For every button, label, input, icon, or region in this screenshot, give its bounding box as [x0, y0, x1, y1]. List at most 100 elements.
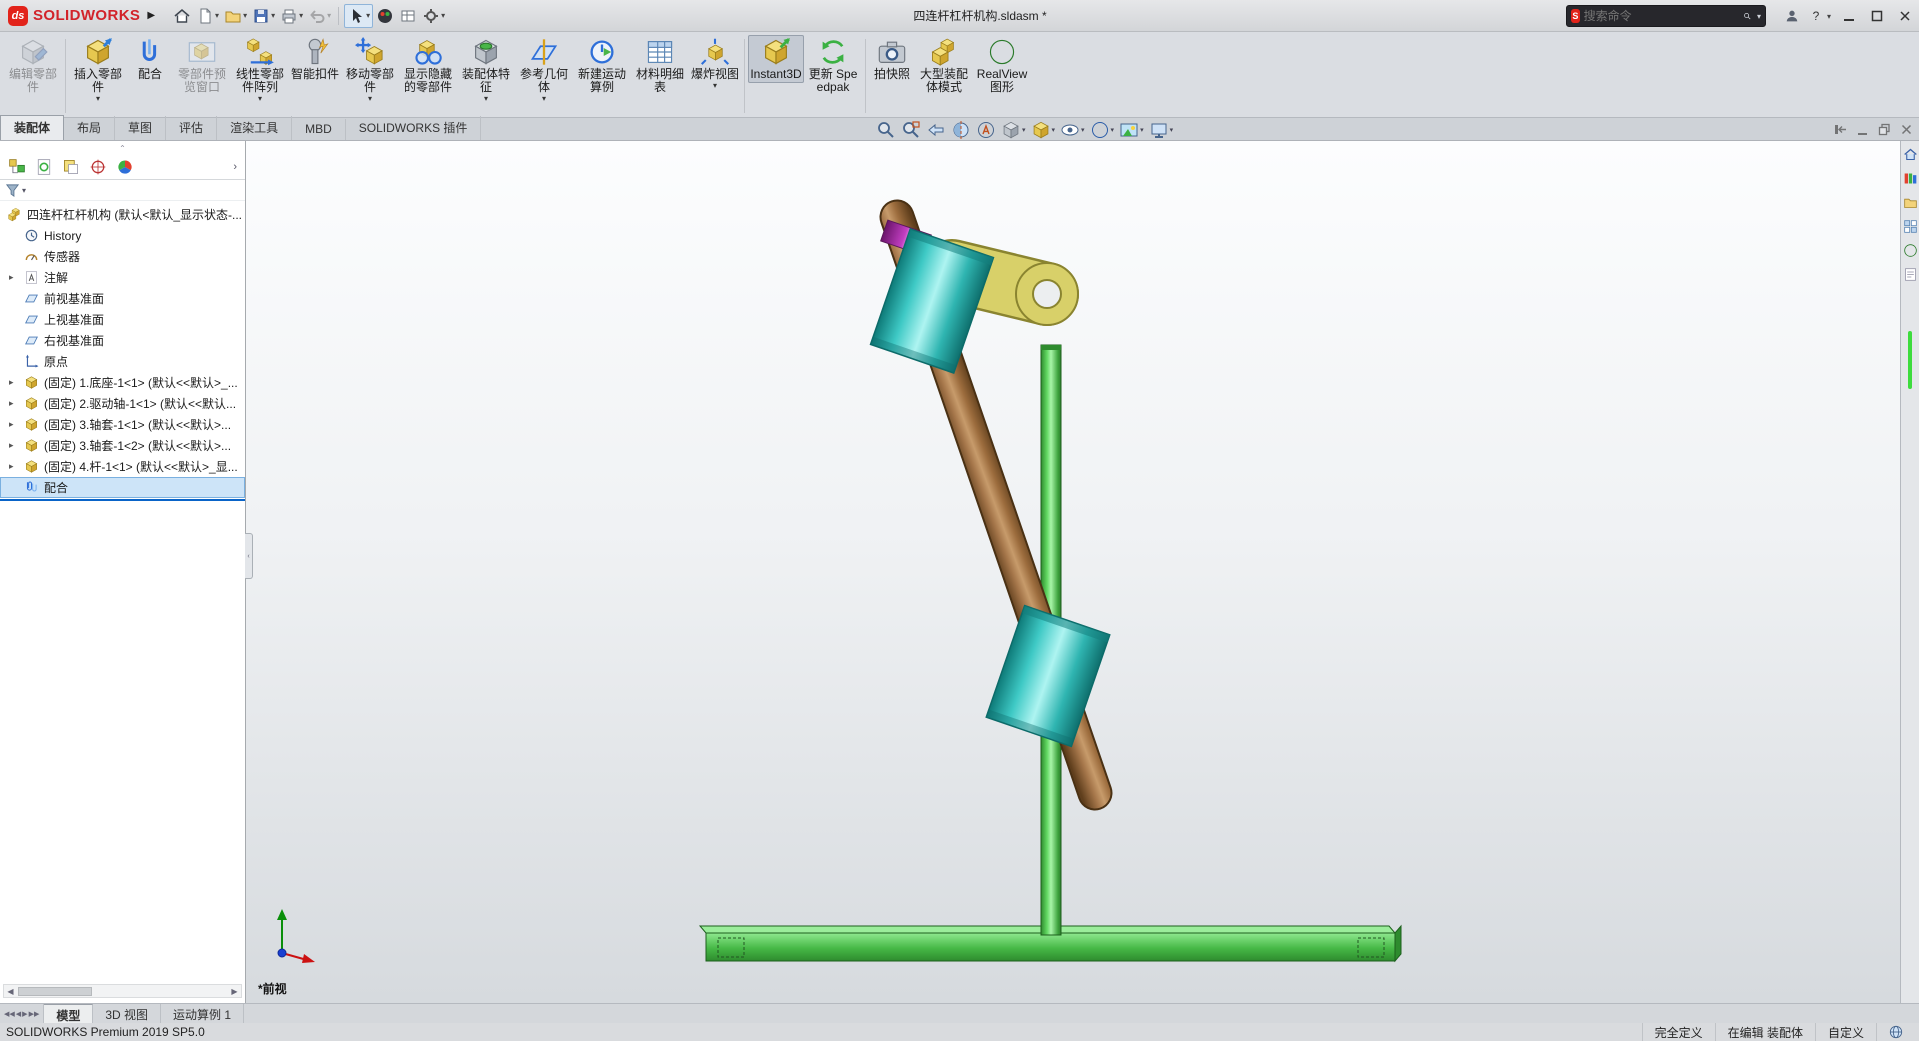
model-part-bushing-bottom[interactable] — [985, 604, 1111, 748]
minimize-window-icon[interactable] — [1856, 123, 1869, 136]
dock-window-icon[interactable] — [1834, 123, 1847, 136]
dropdown-icon[interactable]: ▾ — [1170, 126, 1174, 134]
tab-assembly[interactable]: 装配体 — [0, 115, 65, 140]
hide-show-items-icon[interactable]: ▾ — [1059, 120, 1086, 140]
restore-window-icon[interactable] — [1878, 123, 1891, 136]
options-grid-icon[interactable] — [397, 4, 419, 28]
scroll-right-icon[interactable]: ▶ — [228, 987, 241, 996]
bill-of-materials-button[interactable]: 材料明细表 — [631, 35, 689, 96]
tree-item-origin[interactable]: 原点 — [0, 351, 245, 372]
tree-horizontal-scrollbar[interactable]: ◀ ▶ — [3, 984, 242, 998]
display-style-icon[interactable]: ▾ — [1030, 120, 1057, 140]
scroll-next-icon[interactable]: ▶ — [22, 1010, 27, 1018]
expand-arrow-icon[interactable]: ▸ — [9, 398, 14, 409]
design-library-icon[interactable] — [1903, 171, 1918, 186]
displaymanager-icon[interactable] — [116, 158, 134, 176]
zoom-fit-icon[interactable] — [875, 120, 897, 140]
tab-layout[interactable]: 布局 — [64, 116, 116, 140]
dropdown-icon[interactable]: ▾ — [1140, 126, 1144, 134]
tab-sketch[interactable]: 草图 — [115, 116, 167, 140]
view-sphere-icon[interactable] — [374, 4, 396, 28]
tab-solidworks-addins[interactable]: SOLIDWORKS 插件 — [346, 116, 482, 140]
expand-arrow-icon[interactable]: ▸ — [9, 377, 14, 388]
filter-dropdown-icon[interactable]: ▾ — [22, 186, 26, 195]
tree-item-part-base[interactable]: ▸ (固定) 1.底座-1<1> (默认<<默认>_... — [0, 372, 245, 393]
expand-arrow-icon[interactable]: ▸ — [9, 419, 14, 430]
update-speedpak-button[interactable]: 更新 Speedpak — [804, 35, 862, 96]
tree-item-front-plane[interactable]: 前视基准面 — [0, 288, 245, 309]
tree-item-assembly-root[interactable]: 四连杆杠杆机构 (默认<默认_显示状态-... — [0, 204, 245, 225]
tree-item-top-plane[interactable]: 上视基准面 — [0, 309, 245, 330]
instant3d-button[interactable]: Instant3D — [748, 35, 805, 83]
appearances-icon[interactable] — [1903, 243, 1918, 258]
section-view-icon[interactable] — [950, 120, 972, 140]
search-dropdown-icon[interactable]: ▾ — [1757, 12, 1761, 21]
search-icon[interactable] — [1743, 9, 1752, 24]
dropdown-icon[interactable]: ▾ — [258, 94, 262, 103]
tree-item-part-drive-shaft[interactable]: ▸ (固定) 2.驱动轴-1<1> (默认<<默认... — [0, 393, 245, 414]
select-icon[interactable]: ▾ — [344, 3, 374, 28]
user-account-icon[interactable] — [1778, 3, 1806, 29]
status-globe[interactable] — [1876, 1023, 1915, 1041]
new-motion-study-button[interactable]: 新建运动算例 — [573, 35, 631, 96]
command-search[interactable]: S ▾ — [1565, 5, 1766, 27]
propertymanager-icon[interactable] — [35, 158, 53, 176]
tab-3d-views[interactable]: 3D 视图 — [93, 1004, 162, 1023]
dimxpertmanager-icon[interactable] — [89, 158, 107, 176]
dropdown-icon[interactable]: ▾ — [1022, 126, 1026, 134]
dropdown-icon[interactable]: ▾ — [1111, 126, 1115, 134]
smart-fasteners-button[interactable]: 智能扣件 — [289, 35, 341, 83]
tree-item-part-rod[interactable]: ▸ (固定) 4.杆-1<1> (默认<<默认>_显... — [0, 456, 245, 477]
tab-model[interactable]: 模型 — [44, 1004, 94, 1023]
view-orientation-icon[interactable]: ▾ — [1000, 120, 1027, 140]
large-assembly-mode-button[interactable]: 大型装配体模式 — [915, 35, 973, 96]
menu-expand-icon[interactable]: ▶ — [147, 10, 155, 21]
search-input[interactable] — [1583, 9, 1739, 23]
home-icon[interactable] — [171, 4, 193, 28]
help-button[interactable]: ? — [1806, 3, 1826, 29]
apply-scene-icon[interactable]: ▾ — [1118, 120, 1145, 140]
dropdown-icon[interactable]: ▾ — [713, 81, 717, 90]
assembly-features-button[interactable]: 装配体特征 ▾ — [457, 35, 515, 105]
configurationmanager-icon[interactable] — [62, 158, 80, 176]
tab-motion-study-1[interactable]: 运动算例 1 — [161, 1004, 245, 1023]
close-window-icon[interactable] — [1900, 123, 1913, 136]
tree-item-right-plane[interactable]: 右视基准面 — [0, 330, 245, 351]
tree-item-history[interactable]: History — [0, 225, 245, 246]
save-icon[interactable]: ▾ — [250, 4, 277, 28]
zoom-area-icon[interactable] — [900, 120, 922, 140]
insert-component-button[interactable]: 插入零部件 ▾ — [69, 35, 127, 105]
expand-arrow-icon[interactable]: ▸ — [9, 440, 14, 451]
panel-splitter-handle[interactable]: ‹ — [245, 533, 253, 579]
view-palette-icon[interactable] — [1903, 219, 1918, 234]
move-component-button[interactable]: 移动零部件 ▾ — [341, 35, 399, 105]
scrollbar-thumb[interactable] — [18, 986, 92, 996]
tree-item-part-bushing-1[interactable]: ▸ (固定) 3.轴套-1<1> (默认<<默认>... — [0, 414, 245, 435]
status-customize[interactable]: 自定义 — [1814, 1023, 1876, 1041]
resources-home-icon[interactable] — [1903, 147, 1918, 162]
help-dropdown-icon[interactable]: ▾ — [1827, 12, 1831, 21]
tree-item-sensors[interactable]: 传感器 — [0, 246, 245, 267]
mate-button[interactable]: 配合 — [127, 35, 173, 83]
panel-collapse-icon[interactable]: ⌃ — [0, 141, 245, 155]
previous-view-icon[interactable] — [925, 120, 947, 140]
tab-evaluate[interactable]: 评估 — [166, 116, 218, 140]
realview-graphics-button[interactable]: RealView 图形 — [973, 35, 1031, 96]
annotation-view-icon[interactable] — [975, 120, 997, 140]
filter-icon[interactable] — [5, 183, 20, 198]
file-explorer-icon[interactable] — [1903, 195, 1918, 210]
expand-arrow-icon[interactable]: ▸ — [9, 272, 14, 283]
panel-tabs-overflow-icon[interactable]: › — [233, 161, 237, 173]
tab-render-tools[interactable]: 渲染工具 — [217, 116, 293, 140]
model-3d-view[interactable] — [246, 141, 1900, 1003]
scroll-prev-icon[interactable]: ◀ — [16, 1010, 21, 1018]
exploded-view-button[interactable]: 爆炸视图 ▾ — [689, 35, 741, 92]
take-snapshot-button[interactable]: 拍快照 — [869, 35, 915, 83]
view-settings-icon[interactable]: ▾ — [1148, 120, 1175, 140]
dropdown-icon[interactable]: ▾ — [1052, 126, 1056, 134]
expand-arrow-icon[interactable]: ▸ — [9, 461, 14, 472]
scroll-left-icon[interactable]: ◀ — [4, 987, 17, 996]
reference-geometry-button[interactable]: 参考几何体 ▾ — [515, 35, 573, 105]
dropdown-icon[interactable]: ▾ — [368, 94, 372, 103]
open-icon[interactable]: ▾ — [222, 4, 249, 28]
